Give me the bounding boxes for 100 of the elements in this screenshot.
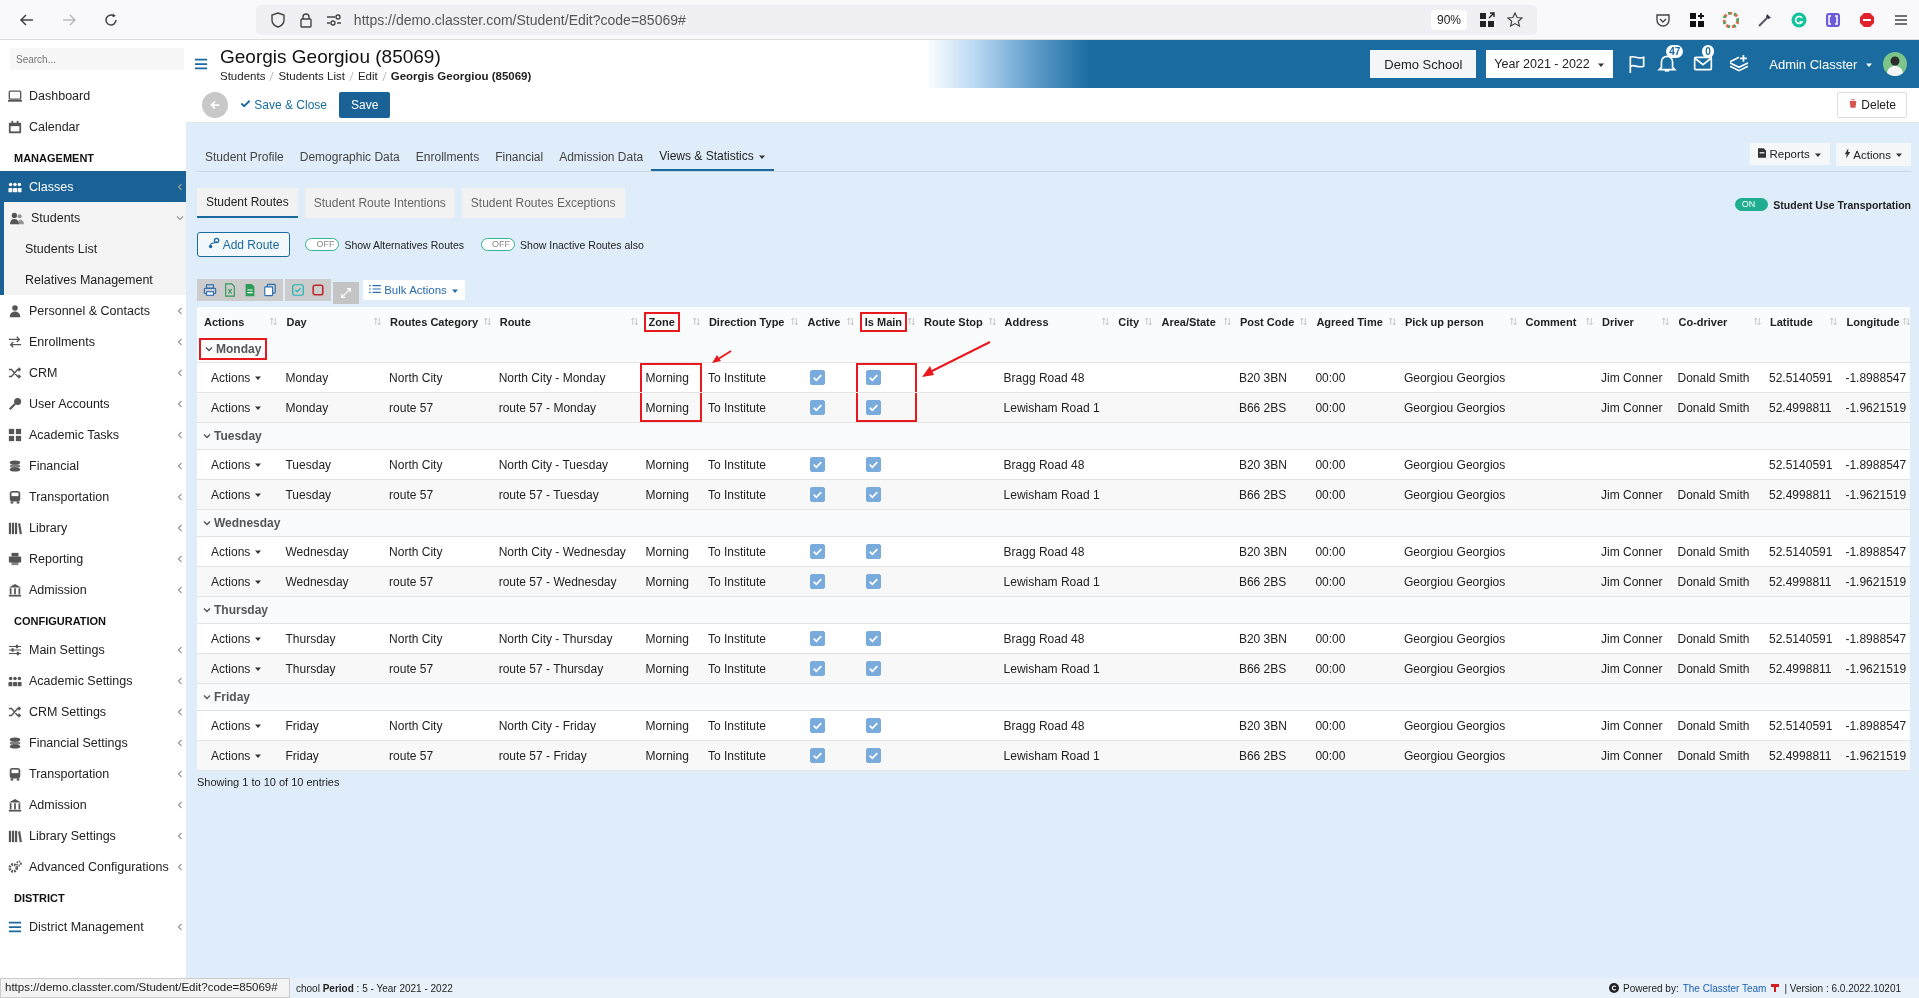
tab[interactable]: Views & Statistics [651, 143, 774, 171]
checkbox[interactable] [810, 631, 826, 647]
column-header[interactable]: Routes Category [383, 307, 493, 336]
checkbox[interactable] [865, 487, 881, 503]
actions-dropdown[interactable]: Actions [203, 544, 263, 559]
csv-icon[interactable] [243, 283, 257, 297]
sort-icon[interactable] [1586, 317, 1594, 326]
tab[interactable]: Financial [487, 143, 552, 171]
delete-button[interactable]: Delete [1836, 92, 1907, 118]
checkbox[interactable] [865, 631, 881, 647]
tab[interactable]: Demographic Data [291, 143, 408, 171]
checkbox[interactable] [865, 370, 881, 386]
save-button[interactable]: Save [339, 92, 391, 118]
breadcrumb[interactable]: Students List [278, 70, 345, 82]
sort-icon[interactable] [1223, 317, 1231, 326]
sort-icon[interactable] [1102, 317, 1110, 326]
checkbox[interactable] [810, 370, 826, 386]
color-wheel-icon[interactable] [1723, 11, 1739, 28]
actions-dropdown[interactable]: Actions [203, 631, 263, 646]
column-header[interactable]: Comment [1518, 307, 1596, 336]
sidebar-item[interactable]: Dashboard [0, 80, 190, 111]
sidebar-item[interactable]: Main Settings [0, 634, 190, 665]
tab[interactable]: Student Routes [197, 188, 298, 218]
star-icon[interactable] [1507, 11, 1523, 28]
actions-dropdown[interactable]: Actions [203, 457, 263, 472]
menu-icon[interactable] [194, 57, 208, 71]
group-row-label[interactable]: Wednesday [199, 514, 285, 532]
bulk-actions-button[interactable]: Bulk Actions [363, 280, 465, 300]
sort-icon[interactable] [1754, 317, 1761, 326]
checkbox[interactable] [865, 718, 881, 734]
select-all-icon[interactable] [291, 283, 305, 297]
tab[interactable]: Student Route Intentions [304, 188, 455, 218]
dropdown-button[interactable]: Reports [1750, 143, 1830, 165]
sidebar-item[interactable]: Academic Tasks [0, 419, 190, 450]
sort-icon[interactable] [374, 317, 382, 326]
column-header[interactable]: Actions [197, 307, 280, 336]
save-close-button[interactable]: Save & Close [240, 98, 328, 112]
breadcrumb[interactable]: Students [220, 70, 266, 82]
sort-icon[interactable] [270, 317, 278, 326]
sidebar-item[interactable]: User Accounts [0, 388, 190, 419]
avatar[interactable] [1883, 52, 1907, 76]
copy-icon[interactable] [263, 283, 277, 297]
reload-icon[interactable] [102, 11, 119, 28]
year-dropdown[interactable]: Year 2021 - 2022 [1486, 50, 1614, 78]
column-header[interactable]: Post Code [1232, 307, 1310, 336]
checkbox[interactable] [810, 718, 826, 734]
column-header[interactable]: Day [279, 307, 384, 336]
sidebar-item[interactable]: Library [0, 512, 190, 543]
dropdown-button[interactable]: Actions [1835, 142, 1911, 166]
sidebar-item[interactable]: Transportation [0, 481, 190, 512]
grid-plus-icon[interactable] [1689, 11, 1705, 28]
user-menu[interactable]: Admin Classter [1769, 56, 1873, 72]
sort-icon[interactable] [1830, 317, 1838, 326]
add-route-button[interactable]: Add Route [197, 232, 291, 257]
checkbox[interactable] [865, 748, 881, 764]
column-header[interactable]: Direction Type [701, 307, 801, 336]
column-header[interactable]: Route Stop [917, 307, 998, 336]
sidebar-item[interactable]: Calendar [0, 111, 190, 142]
group-row-label[interactable]: Tuesday [199, 427, 266, 445]
column-header[interactable]: Zone [639, 307, 702, 336]
sidebar-item[interactable]: Relatives Management [4, 264, 190, 295]
layers-icon[interactable] [1729, 54, 1750, 74]
column-header[interactable]: Co-driver [1671, 307, 1763, 336]
actions-dropdown[interactable]: Actions [203, 718, 263, 733]
team-link[interactable]: The Classter Team [1682, 982, 1767, 994]
checkbox[interactable] [810, 487, 826, 503]
pocket-icon[interactable] [1655, 11, 1671, 28]
sort-icon[interactable] [988, 317, 996, 326]
toggle-switch[interactable]: OFF [305, 238, 340, 251]
checkbox[interactable] [865, 544, 881, 560]
checkbox[interactable] [810, 748, 826, 764]
sidebar-item[interactable]: Financial [0, 450, 190, 481]
sidebar-item[interactable]: Personnel & Contacts [0, 295, 190, 326]
checkbox[interactable] [810, 544, 826, 560]
sort-icon[interactable] [1300, 317, 1308, 326]
breadcrumb[interactable]: Edit [357, 70, 378, 82]
sort-icon[interactable] [1509, 317, 1517, 326]
sort-icon[interactable] [791, 317, 799, 326]
checkbox[interactable] [810, 661, 826, 677]
back-button[interactable] [202, 92, 228, 118]
adblock-icon[interactable] [1859, 11, 1875, 28]
column-header[interactable]: Address [997, 307, 1112, 336]
qr-icon[interactable] [1479, 11, 1495, 28]
sidebar-item[interactable]: Admission [0, 574, 190, 605]
sort-icon[interactable] [846, 317, 854, 326]
checkbox[interactable] [810, 400, 826, 416]
sidebar-item[interactable]: CRM [0, 357, 190, 388]
eyedropper-icon[interactable] [1757, 11, 1773, 28]
sidebar-item[interactable]: Transportation [0, 758, 190, 789]
sidebar-item[interactable]: Admission [0, 789, 190, 820]
column-header[interactable]: Route [492, 307, 640, 336]
column-header[interactable]: Longitude [1839, 307, 1910, 336]
zoom-level[interactable]: 90% [1430, 9, 1467, 30]
sort-icon[interactable] [1145, 317, 1153, 326]
sort-icon[interactable] [1662, 317, 1670, 326]
sidebar-item[interactable]: CRM Settings [0, 696, 190, 727]
printer-icon[interactable] [203, 283, 217, 297]
column-header[interactable]: Agreed Time [1309, 307, 1398, 336]
expand-icon[interactable] [339, 286, 353, 300]
actions-dropdown[interactable]: Actions [203, 370, 263, 385]
